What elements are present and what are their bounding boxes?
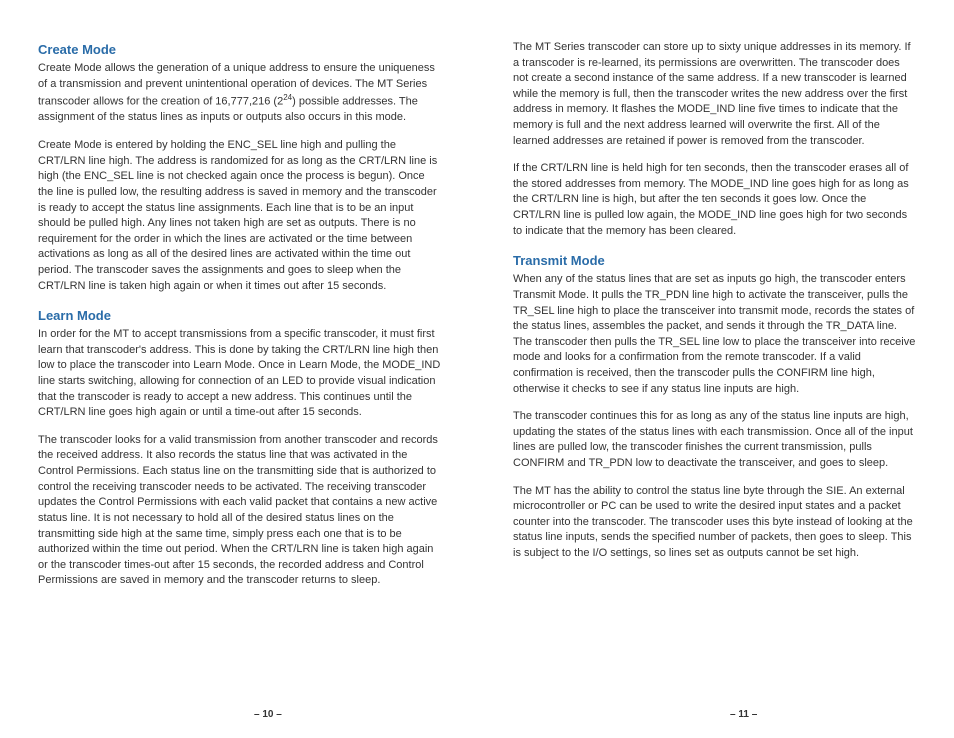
paragraph: When any of the status lines that are se… [513, 272, 916, 397]
paragraph: Create Mode allows the generation of a u… [38, 61, 441, 126]
paragraph: The MT has the ability to control the st… [513, 484, 916, 562]
heading-learn-mode: Learn Mode [38, 308, 441, 323]
paragraph: In order for the MT to accept transmissi… [38, 327, 441, 421]
heading-transmit-mode: Transmit Mode [513, 253, 916, 268]
page-number-right: – 11 – [730, 709, 757, 720]
paragraph: Create Mode is entered by holding the EN… [38, 138, 441, 294]
heading-create-mode: Create Mode [38, 42, 441, 57]
page-number-left: – 10 – [254, 709, 282, 720]
paragraph: The MT Series transcoder can store up to… [513, 40, 916, 149]
paragraph: The transcoder looks for a valid transmi… [38, 433, 441, 589]
left-page: Create Mode Create Mode allows the gener… [38, 40, 477, 718]
paragraph: The transcoder continues this for as lon… [513, 409, 916, 471]
paragraph: If the CRT/LRN line is held high for ten… [513, 161, 916, 239]
right-page: The MT Series transcoder can store up to… [477, 40, 916, 718]
